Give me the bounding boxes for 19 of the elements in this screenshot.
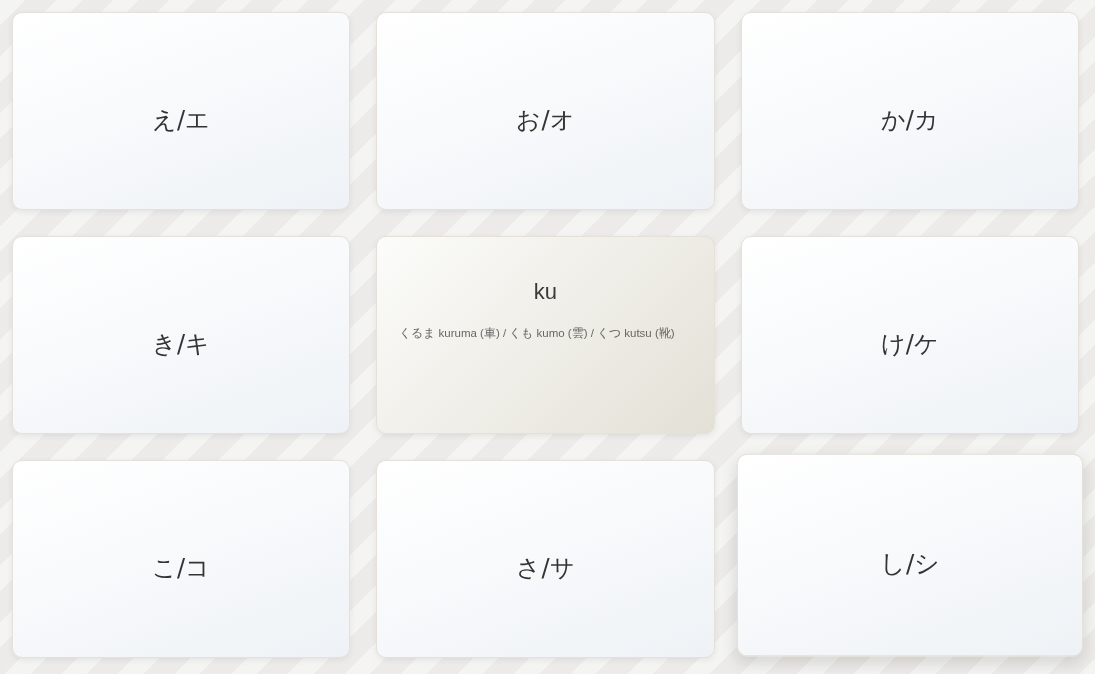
kana-text: こ/コ [152,553,211,583]
flashcard[interactable]: き/キ [12,236,351,434]
flashcard[interactable]: こ/コ [12,460,351,658]
kana-text: え/エ [152,105,211,135]
flashcard[interactable]: お/オ [376,12,715,210]
kana-text: さ/サ [516,553,575,583]
romaji-text: ku [533,279,558,305]
flashcard[interactable]: け/ケ [740,236,1079,434]
example-words: くるま kuruma (車) / くも kumo (雲) / くつ kutsu (靴) [399,326,676,341]
flashcard[interactable]: ku くるま kuruma (車) / くも kumo (雲) / くつ kutsu (靴) [376,236,715,434]
kana-text: け/ケ [880,329,939,359]
flashcard[interactable]: か/カ [740,12,1079,210]
kana-text: お/オ [516,105,575,135]
kana-text: き/キ [152,329,211,359]
kana-text: か/カ [880,105,939,135]
flashcard[interactable]: え/エ [12,12,351,210]
kana-text: し/シ [880,548,940,580]
flashcard[interactable]: さ/サ [376,460,715,658]
flashcard[interactable]: し/シ [736,453,1084,657]
